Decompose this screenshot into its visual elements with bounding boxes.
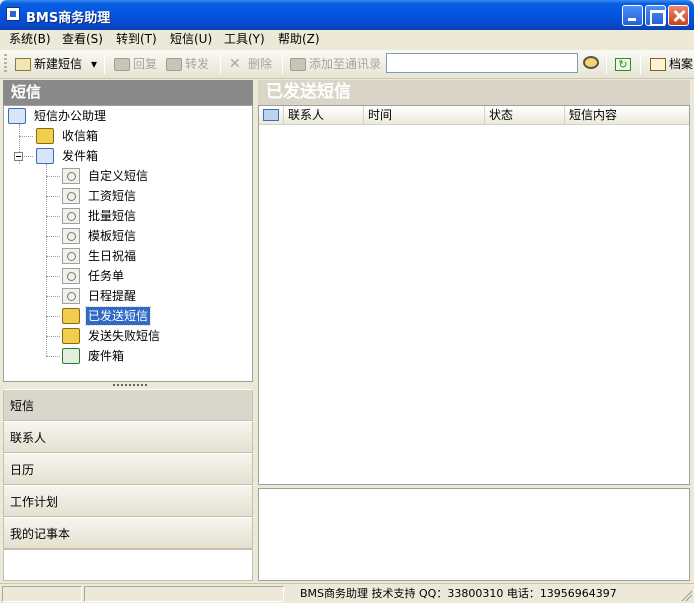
forward-icon: [166, 58, 182, 71]
status-pane: [2, 586, 82, 602]
splitter-grip[interactable]: [113, 384, 147, 386]
recycle-bin-icon: [62, 348, 80, 364]
reply-button[interactable]: 回复: [114, 54, 164, 75]
message-list[interactable]: 联系人 时间 状态 短信内容: [258, 105, 690, 485]
archive-card-icon: [650, 58, 666, 71]
delete-button[interactable]: ✕ 删除: [229, 54, 279, 75]
menu-sms[interactable]: 短信(U): [170, 31, 212, 48]
column-contact[interactable]: 联系人: [284, 106, 364, 125]
magnifier-icon: [62, 268, 80, 284]
column-status[interactable]: 状态: [485, 106, 565, 125]
new-envelope-icon: [15, 58, 31, 71]
outbox-icon: [36, 148, 54, 164]
nav-calendar[interactable]: 日历: [3, 453, 253, 485]
magnifier-icon: [62, 168, 80, 184]
nav-sms[interactable]: 短信: [3, 389, 253, 421]
nav-notebook[interactable]: 我的记事本: [3, 517, 253, 549]
toolbar-separator: [220, 55, 221, 74]
tree-line: [46, 176, 60, 177]
tree-line: [46, 336, 60, 337]
magnifier-icon: [62, 228, 80, 244]
refresh-button[interactable]: ↻: [615, 54, 633, 75]
magnifier-icon: [62, 208, 80, 224]
tree-line: [24, 156, 33, 157]
nav-contacts[interactable]: 联系人: [3, 421, 253, 453]
menu-system[interactable]: 系统(B): [9, 31, 51, 48]
message-type-icon: [263, 109, 279, 121]
nav-work-plan[interactable]: 工作计划: [3, 485, 253, 517]
tree-line: [46, 236, 60, 237]
toolbar-separator: [282, 55, 283, 74]
tree-line: [46, 216, 60, 217]
tree-line: [46, 256, 60, 257]
search-input[interactable]: [386, 53, 578, 73]
panel-splitter[interactable]: [3, 382, 253, 389]
add-to-contacts-button[interactable]: 添加至通讯录: [290, 54, 384, 75]
list-header: 联系人 时间 状态 短信内容: [259, 106, 689, 125]
magnifier-icon: [62, 288, 80, 304]
chevron-down-icon[interactable]: ▾: [91, 54, 97, 75]
column-content[interactable]: 短信内容: [565, 106, 689, 125]
refresh-icon: ↻: [615, 58, 631, 71]
menu-bar: 系统(B) 查看(S) 转到(T) 短信(U) 工具(Y) 帮助(Z): [0, 30, 694, 49]
magnifier-icon: [62, 188, 80, 204]
tree-line: [46, 316, 60, 317]
left-panel-title: 短信: [3, 80, 253, 105]
tree-line: [19, 136, 33, 137]
phone-icon: [8, 108, 26, 124]
maximize-button[interactable]: [645, 5, 666, 26]
reply-icon: [114, 58, 130, 71]
toolbar-grip[interactable]: [4, 54, 7, 74]
address-book-icon: [290, 58, 306, 71]
right-panel-title: 已发送短信: [258, 80, 690, 105]
failed-folder-icon: [62, 328, 80, 344]
toolbar: 新建短信 ▾ 回复 转发 ✕ 删除 添加至通讯录 ↻ 档案: [0, 50, 694, 79]
tree-line: [46, 296, 60, 297]
nav-empty-area: [3, 549, 253, 581]
new-sms-button[interactable]: 新建短信 ▾: [15, 54, 101, 75]
forward-button[interactable]: 转发: [166, 54, 216, 75]
menu-help[interactable]: 帮助(Z): [278, 31, 320, 48]
resize-grip[interactable]: [680, 589, 692, 601]
column-time[interactable]: 时间: [364, 106, 485, 125]
tree-line: [46, 356, 60, 357]
search-button[interactable]: [583, 54, 601, 75]
column-icon[interactable]: [259, 106, 284, 125]
tree-line: [46, 164, 47, 356]
tree-line: [46, 196, 60, 197]
status-bar: BMS商务助理 技术支持 QQ：33800310 电话：13956964397: [0, 583, 694, 603]
menu-view[interactable]: 查看(S): [62, 31, 103, 48]
collapse-toggle[interactable]: [14, 152, 23, 161]
folder-tree: 短信办公助理 收信箱 发件箱 自定义短信 工资短信 批量短信 模板短信 生日祝福…: [3, 105, 253, 382]
status-text: BMS商务助理 技术支持 QQ：33800310 电话：13956964397: [300, 587, 617, 600]
archive-button[interactable]: 档案: [650, 54, 694, 75]
close-button[interactable]: [668, 5, 689, 26]
app-icon: [6, 7, 20, 21]
status-pane: [84, 586, 284, 602]
toolbar-separator: [606, 55, 607, 74]
window-title: BMS商务助理: [26, 11, 111, 26]
search-icon: [583, 56, 599, 69]
menu-tools[interactable]: 工具(Y): [224, 31, 265, 48]
toolbar-separator: [640, 55, 641, 74]
minimize-button[interactable]: [622, 5, 643, 26]
inbox-icon: [36, 128, 54, 144]
tree-line: [46, 276, 60, 277]
title-bar: BMS商务助理: [0, 0, 694, 30]
menu-goto[interactable]: 转到(T): [116, 31, 157, 48]
magnifier-icon: [62, 248, 80, 264]
message-preview-pane[interactable]: [258, 488, 690, 581]
delete-x-icon: ✕: [229, 56, 241, 72]
sent-folder-icon: [62, 308, 80, 324]
toolbar-separator: [104, 55, 105, 74]
